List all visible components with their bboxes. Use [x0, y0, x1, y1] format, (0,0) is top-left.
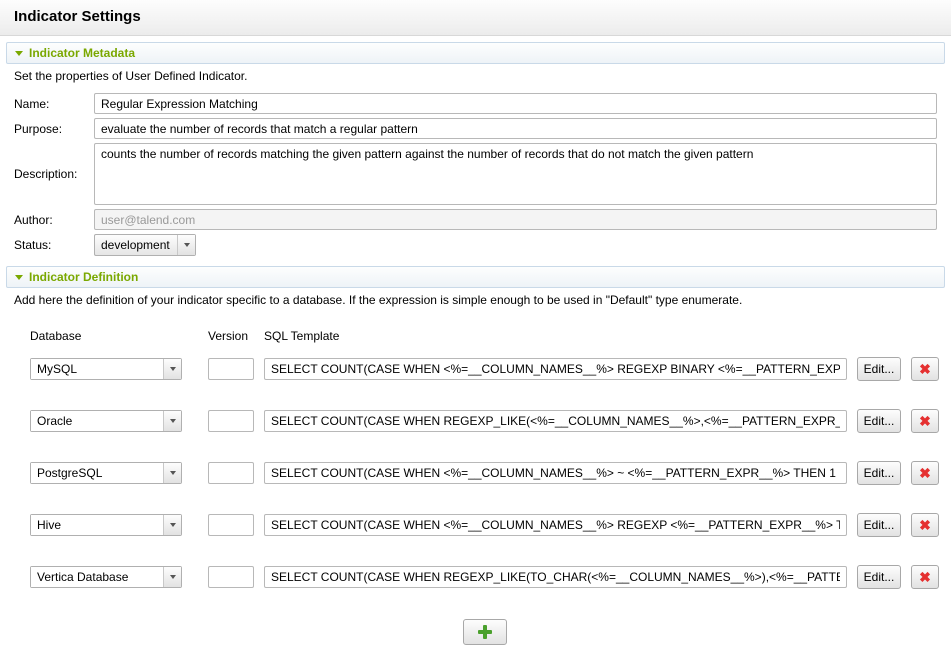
database-select[interactable]: Oracle	[30, 410, 182, 432]
edit-button[interactable]: Edit...	[857, 513, 901, 537]
database-select-value: Hive	[31, 515, 163, 535]
close-icon: ✖	[919, 414, 931, 428]
sql-template-field[interactable]	[264, 358, 847, 380]
section-indicator-metadata-title: Indicator Metadata	[29, 46, 135, 60]
close-icon: ✖	[919, 570, 931, 584]
col-version: Version	[208, 329, 254, 343]
name-field[interactable]	[94, 93, 937, 114]
database-select[interactable]: Hive	[30, 514, 182, 536]
version-field[interactable]	[208, 462, 254, 484]
chevron-down-icon	[163, 515, 181, 535]
add-definition-button[interactable]	[463, 619, 507, 645]
database-select-value: PostgreSQL	[31, 463, 163, 483]
definition-table: Database Version SQL Template MySQL Edit…	[30, 321, 939, 645]
author-label: Author:	[14, 213, 86, 227]
definition-table-header: Database Version SQL Template	[30, 321, 939, 357]
section-indicator-definition-toggle[interactable]: Indicator Definition	[6, 266, 945, 288]
version-field[interactable]	[208, 358, 254, 380]
purpose-field[interactable]	[94, 118, 937, 139]
sql-template-field[interactable]	[264, 410, 847, 432]
purpose-label: Purpose:	[14, 122, 86, 136]
delete-button[interactable]: ✖	[911, 409, 939, 433]
definition-row: MySQL Edit... ✖	[30, 357, 939, 381]
database-select-value: Oracle	[31, 411, 163, 431]
content-area: Indicator Metadata Set the properties of…	[0, 36, 951, 657]
col-database: Database	[30, 329, 198, 343]
definition-row: PostgreSQL Edit... ✖	[30, 461, 939, 485]
delete-button[interactable]: ✖	[911, 565, 939, 589]
database-select[interactable]: PostgreSQL	[30, 462, 182, 484]
page-title: Indicator Settings	[14, 8, 937, 25]
definition-row: Vertica Database Edit... ✖	[30, 565, 939, 589]
collapse-icon	[15, 275, 23, 280]
sql-template-field[interactable]	[264, 462, 847, 484]
definition-row: Hive Edit... ✖	[30, 513, 939, 537]
edit-button[interactable]: Edit...	[857, 409, 901, 433]
section-indicator-metadata-toggle[interactable]: Indicator Metadata	[6, 42, 945, 64]
version-field[interactable]	[208, 410, 254, 432]
delete-button[interactable]: ✖	[911, 513, 939, 537]
chevron-down-icon	[163, 359, 181, 379]
database-select-value: Vertica Database	[31, 567, 163, 587]
sql-template-field[interactable]	[264, 566, 847, 588]
col-sql: SQL Template	[264, 329, 847, 343]
edit-button[interactable]: Edit...	[857, 461, 901, 485]
name-label: Name:	[14, 97, 86, 111]
database-select[interactable]: Vertica Database	[30, 566, 182, 588]
collapse-icon	[15, 51, 23, 56]
delete-button[interactable]: ✖	[911, 357, 939, 381]
chevron-down-icon	[163, 411, 181, 431]
section-indicator-metadata-desc: Set the properties of User Defined Indic…	[6, 67, 945, 91]
close-icon: ✖	[919, 362, 931, 376]
close-icon: ✖	[919, 466, 931, 480]
version-field[interactable]	[208, 566, 254, 588]
description-field[interactable]: counts the number of records matching th…	[94, 143, 937, 205]
status-select-value: development	[95, 235, 177, 255]
chevron-down-icon	[163, 567, 181, 587]
edit-button[interactable]: Edit...	[857, 565, 901, 589]
section-indicator-definition-title: Indicator Definition	[29, 270, 138, 284]
description-label: Description:	[14, 143, 86, 181]
section-indicator-definition-desc: Add here the definition of your indicato…	[6, 291, 945, 315]
definition-row: Oracle Edit... ✖	[30, 409, 939, 433]
status-select[interactable]: development	[94, 234, 196, 256]
edit-button[interactable]: Edit...	[857, 357, 901, 381]
database-select[interactable]: MySQL	[30, 358, 182, 380]
plus-icon	[478, 625, 492, 639]
chevron-down-icon	[177, 235, 195, 255]
close-icon: ✖	[919, 518, 931, 532]
chevron-down-icon	[163, 463, 181, 483]
delete-button[interactable]: ✖	[911, 461, 939, 485]
version-field[interactable]	[208, 514, 254, 536]
page-header: Indicator Settings	[0, 0, 951, 36]
status-label: Status:	[14, 238, 86, 252]
sql-template-field[interactable]	[264, 514, 847, 536]
author-field	[94, 209, 937, 230]
database-select-value: MySQL	[31, 359, 163, 379]
